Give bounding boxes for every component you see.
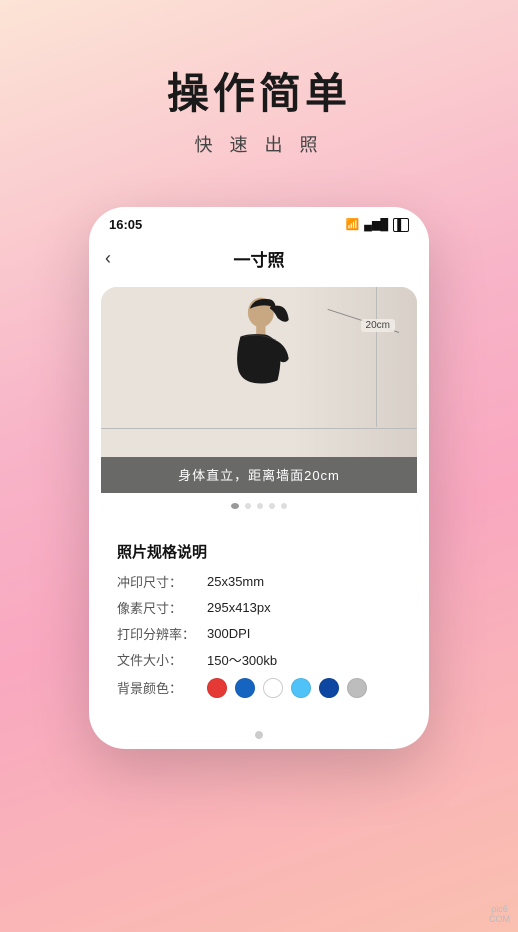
- dot-5[interactable]: [281, 503, 287, 509]
- spec-label-pixel-size: 像素尺寸：: [117, 598, 207, 617]
- spec-row-bgcolor: 背景颜色：: [117, 676, 401, 698]
- status-bar: 16:05 📶 ▄▆█ ▌: [89, 207, 429, 238]
- swatch-white[interactable]: [263, 678, 283, 698]
- hero-section: 操作简单 快 速 出 照: [0, 0, 518, 177]
- spec-row-pixel-size: 像素尺寸： 295x413px: [117, 598, 401, 617]
- specs-title: 照片规格说明: [117, 541, 401, 562]
- status-time: 16:05: [109, 217, 142, 232]
- spec-row-print-size: 冲印尺寸： 25x35mm: [117, 572, 401, 591]
- wall-line: [376, 287, 377, 427]
- spec-value-print-size: 25x35mm: [207, 574, 264, 589]
- spec-row-dpi: 打印分辨率： 300DPI: [117, 624, 401, 643]
- signal-bars: ▄▆█: [364, 218, 388, 231]
- dot-3[interactable]: [257, 503, 263, 509]
- instruction-text: 身体直立，距离墙面20cm: [178, 468, 340, 483]
- phone-mockup: 16:05 📶 ▄▆█ ▌ ‹ 一寸照 20cm: [89, 207, 429, 749]
- hero-subtitle: 快 速 出 照: [194, 131, 323, 157]
- nav-bar: ‹ 一寸照: [89, 238, 429, 279]
- dot-2[interactable]: [245, 503, 251, 509]
- spec-label-bgcolor: 背景颜色：: [117, 678, 207, 697]
- hero-title: 操作简单: [167, 60, 351, 121]
- swatch-light-blue[interactable]: [291, 678, 311, 698]
- spec-value-pixel-size: 295x413px: [207, 600, 271, 615]
- watermark-pic6: pic6: [491, 904, 508, 914]
- photo-instruction-card: 20cm: [101, 287, 417, 519]
- bottom-home-indicator: [255, 731, 263, 739]
- spec-value-dpi: 300DPI: [207, 626, 250, 641]
- instruction-banner: 身体直立，距离墙面20cm: [101, 457, 417, 493]
- photo-preview: 20cm: [101, 287, 417, 457]
- status-icons: 📶 ▄▆█ ▌: [345, 218, 409, 232]
- measurement-label: 20cm: [361, 319, 395, 332]
- dot-4[interactable]: [269, 503, 275, 509]
- swatch-red[interactable]: [207, 678, 227, 698]
- swatch-dark-blue[interactable]: [319, 678, 339, 698]
- color-swatches: [207, 678, 367, 698]
- nav-title: 一寸照: [234, 246, 285, 271]
- spec-label-print-size: 冲印尺寸：: [117, 572, 207, 591]
- specs-section: 照片规格说明 冲印尺寸： 25x35mm 像素尺寸： 295x413px 打印分…: [101, 527, 417, 719]
- watermark-com: COM: [489, 914, 510, 924]
- swatch-blue[interactable]: [235, 678, 255, 698]
- spec-label-dpi: 打印分辨率：: [117, 624, 207, 643]
- battery-icon: ▌: [393, 218, 409, 232]
- dot-1[interactable]: [231, 503, 239, 509]
- back-button[interactable]: ‹: [105, 248, 111, 269]
- spec-value-filesize: 150～300kb: [207, 650, 277, 669]
- person-figure: [199, 292, 319, 427]
- measurement-area: 20cm: [361, 315, 395, 333]
- dots-indicator: [101, 493, 417, 519]
- spec-row-filesize: 文件大小： 150～300kb: [117, 650, 401, 669]
- wifi-icon: 📶: [345, 218, 359, 231]
- swatch-gray[interactable]: [347, 678, 367, 698]
- spec-label-filesize: 文件大小：: [117, 650, 207, 669]
- floor-line: [101, 428, 417, 429]
- watermark: pic6 COM: [489, 904, 510, 924]
